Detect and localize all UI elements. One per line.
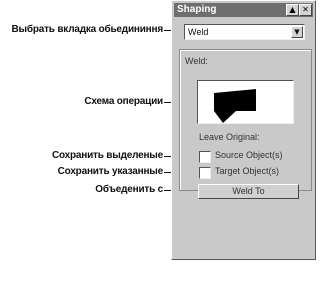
leave-original-label: Leave Original: — [199, 132, 260, 142]
close-button[interactable]: ✕ — [299, 4, 312, 16]
collapse-button[interactable]: ▲ — [286, 4, 299, 16]
callout-keep-selected: Сохранить выделеные — [51, 150, 163, 161]
operation-preview — [197, 80, 294, 124]
source-object-checkbox[interactable] — [199, 151, 211, 163]
source-object-label[interactable]: Source Object(s) — [215, 150, 283, 160]
target-object-checkbox[interactable] — [199, 167, 211, 179]
target-object-label[interactable]: Target Object(s) — [215, 166, 279, 176]
weld-preview-icon — [214, 89, 256, 123]
chevron-down-icon[interactable]: ▼ — [291, 26, 303, 38]
callout-operation-scheme: Схема операции — [84, 96, 163, 107]
weld-to-button[interactable]: Weld To — [198, 184, 299, 199]
callout-combine-with: Объеденить с — [95, 184, 163, 195]
callout-keep-specified: Сохранить указанные — [57, 166, 164, 177]
operation-select-value: Weld — [188, 27, 209, 37]
window-title: Shaping — [177, 4, 217, 15]
shaping-panel: Shaping ▲ ✕ Weld ▼ Weld: Leave Original:… — [171, 0, 316, 260]
operation-label: Weld: — [185, 56, 208, 66]
operation-select[interactable]: Weld ▼ — [184, 24, 305, 40]
callout-select-tab: Выбрать вкладка обьедининня — [11, 24, 163, 35]
title-bar[interactable]: Shaping ▲ ✕ — [174, 3, 313, 17]
